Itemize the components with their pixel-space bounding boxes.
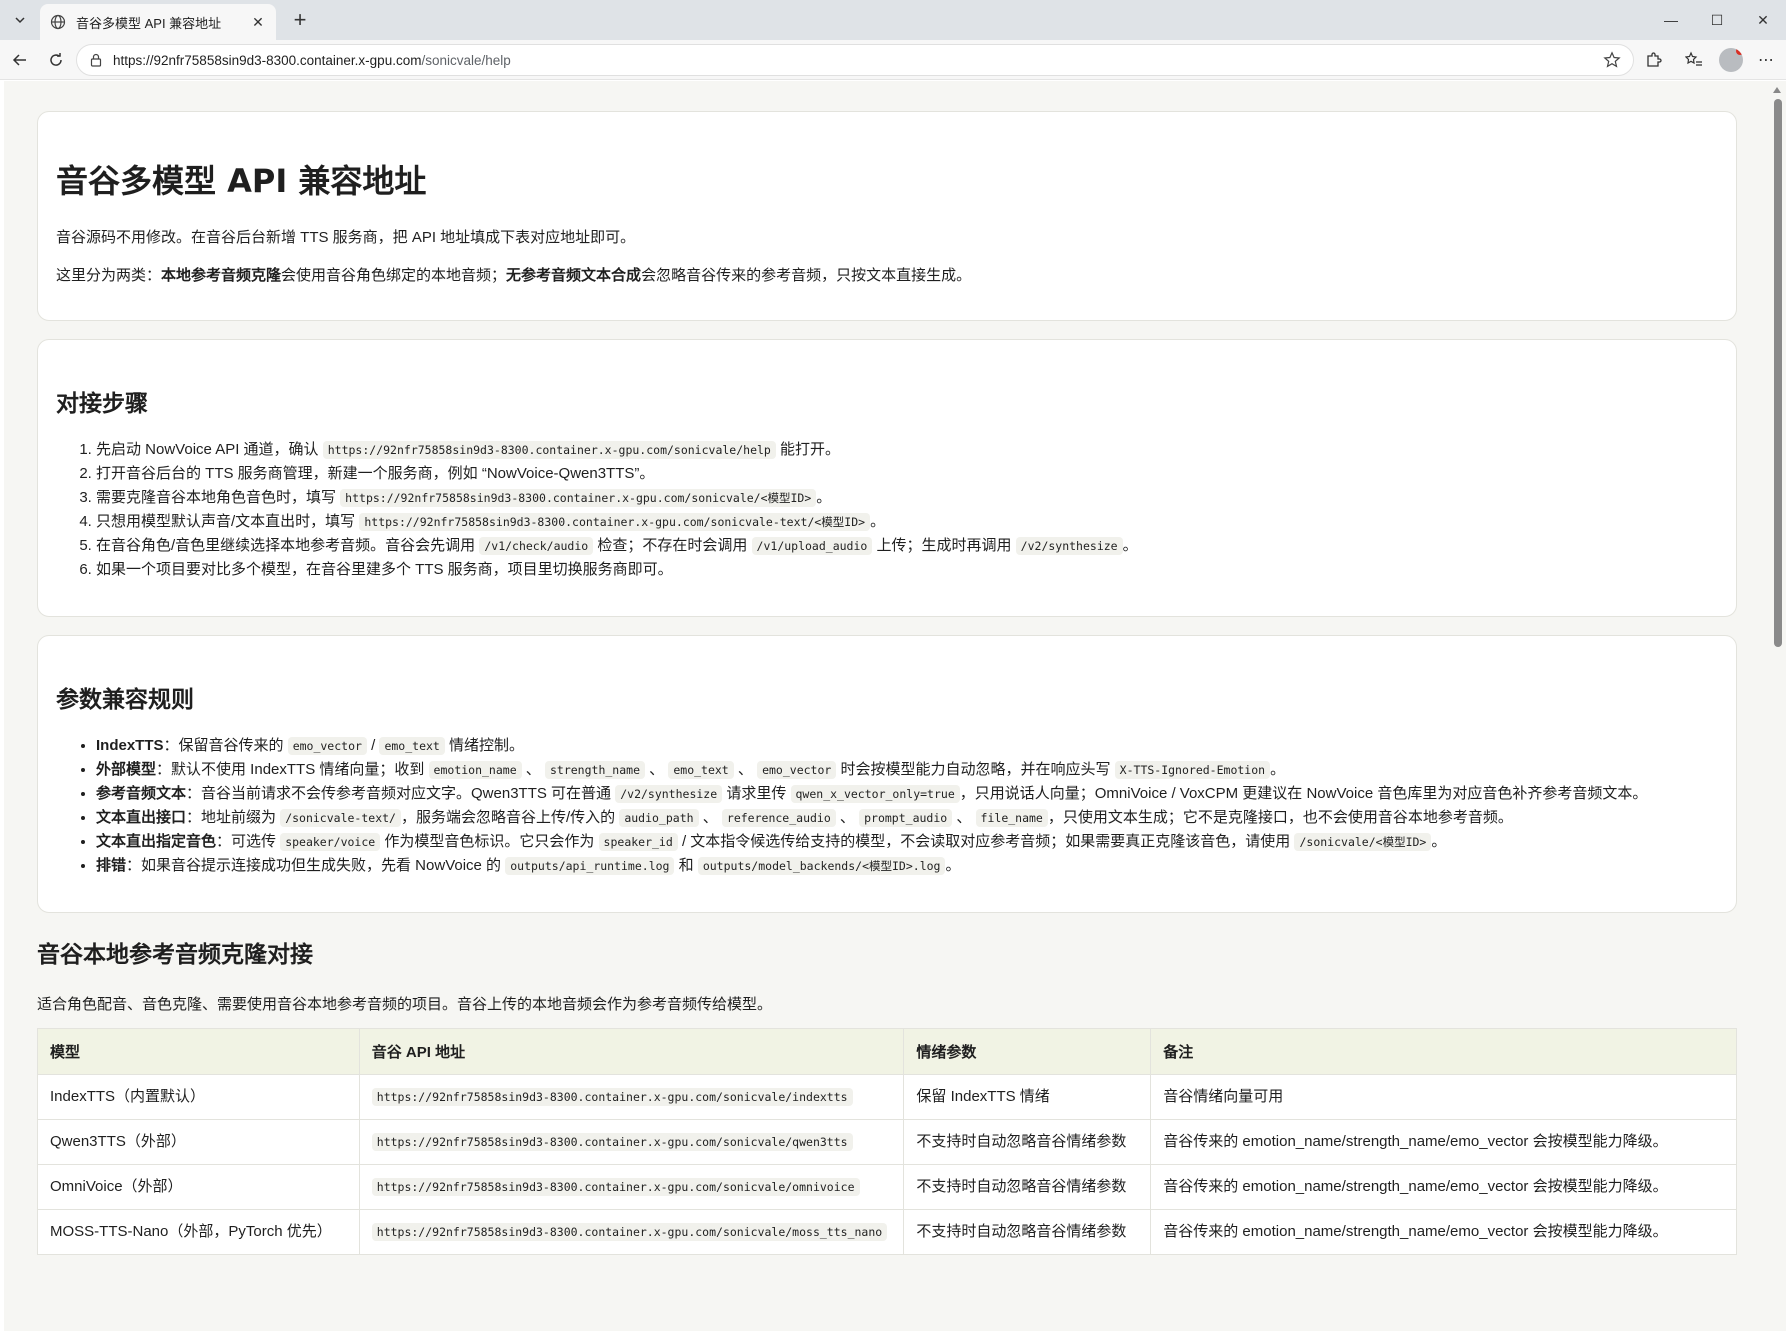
emotion-cell: 保留 IndexTTS 情绪 xyxy=(903,1074,1152,1120)
favorite-star-icon[interactable] xyxy=(1603,51,1621,69)
model-cell: MOSS-TTS-Nano（外部，PyTorch 优先） xyxy=(37,1209,360,1255)
step-item: 需要克隆音谷本地角色音色时，填写 https://92nfr75858sin9d… xyxy=(96,486,1718,510)
extensions-puzzle-icon[interactable] xyxy=(1644,50,1664,70)
minimize-window-icon[interactable]: — xyxy=(1648,0,1694,40)
page-content: 音谷多模型 API 兼容地址 音谷源码不用修改。在音谷后台新增 TTS 服务商，… xyxy=(37,111,1737,1255)
rules-list: IndexTTS：保留音谷传来的 emo_vector / emo_text 情… xyxy=(56,734,1718,878)
column-header: 情绪参数 xyxy=(903,1028,1152,1075)
rule-item: IndexTTS：保留音谷传来的 emo_vector / emo_text 情… xyxy=(96,734,1718,758)
step-item: 在音谷角色/音色里继续选择本地参考音频。音谷会先调用 /v1/check/aud… xyxy=(96,534,1718,558)
page-title: 音谷多模型 API 兼容地址 xyxy=(56,162,427,200)
tab-title: 音谷多模型 API 兼容地址 xyxy=(76,15,222,31)
step-item: 只想用模型默认声音/文本直出时，填写 https://92nfr75858sin… xyxy=(96,510,1718,534)
steps-list: 先启动 NowVoice API 通道，确认 https://92nfr7585… xyxy=(56,438,1718,582)
local-clone-desc: 适合角色配音、音色克隆、需要使用音谷本地参考音频的项目。音谷上传的本地音频会作为… xyxy=(37,996,773,1013)
scroll-up-arrow-icon[interactable] xyxy=(1773,87,1781,93)
steps-card: 对接步骤 先启动 NowVoice API 通道，确认 https://92nf… xyxy=(37,339,1737,617)
browser-tab-active[interactable]: 音谷多模型 API 兼容地址 ✕ xyxy=(40,4,276,40)
table-row: MOSS-TTS-Nano（外部，PyTorch 优先） https://92n… xyxy=(37,1209,1737,1255)
steps-title: 对接步骤 xyxy=(56,391,148,417)
step-item: 先启动 NowVoice API 通道，确认 https://92nfr7585… xyxy=(96,438,1718,462)
column-header: 音谷 API 地址 xyxy=(358,1028,905,1075)
local-clone-title: 音谷本地参考音频克隆对接 xyxy=(37,942,313,968)
note-cell: 音谷传来的 emotion_name/strength_name/emo_vec… xyxy=(1150,1164,1737,1210)
address-bar[interactable]: https://92nfr75858sin9d3-8300.container.… xyxy=(76,44,1634,76)
table-header-row: 模型 音谷 API 地址 情绪参数 备注 xyxy=(37,1028,1737,1075)
vertical-scrollbar[interactable] xyxy=(1768,81,1786,1331)
model-cell: OmniVoice（外部） xyxy=(37,1164,360,1210)
split-paragraph: 这里分为两类：本地参考音频克隆会使用音谷角色绑定的本地音频；无参考音频文本合成会… xyxy=(56,267,972,284)
intro-paragraph: 音谷源码不用修改。在音谷后台新增 TTS 服务商，把 API 地址填成下表对应地… xyxy=(56,229,636,246)
browser-toolbar: https://92nfr75858sin9d3-8300.container.… xyxy=(0,40,1786,80)
new-tab-plus-icon[interactable]: + xyxy=(288,7,312,32)
note-cell: 音谷情绪向量可用 xyxy=(1150,1074,1737,1120)
close-window-icon[interactable]: ✕ xyxy=(1740,0,1786,40)
table-row: IndexTTS（内置默认） https://92nfr75858sin9d3-… xyxy=(37,1074,1737,1120)
intro-card: 音谷多模型 API 兼容地址 音谷源码不用修改。在音谷后台新增 TTS 服务商，… xyxy=(37,111,1737,321)
reload-icon[interactable] xyxy=(44,48,68,72)
url-cell: https://92nfr75858sin9d3-8300.container.… xyxy=(358,1209,905,1255)
url-text[interactable]: https://92nfr75858sin9d3-8300.container.… xyxy=(113,53,1603,68)
url-cell: https://92nfr75858sin9d3-8300.container.… xyxy=(358,1074,905,1120)
more-menu-icon[interactable]: ⋯ xyxy=(1756,50,1776,70)
model-cell: IndexTTS（内置默认） xyxy=(37,1074,360,1120)
table-row: Qwen3TTS（外部） https://92nfr75858sin9d3-83… xyxy=(37,1119,1737,1165)
emotion-cell: 不支持时自动忽略音谷情绪参数 xyxy=(903,1209,1152,1255)
step-item: 打开音谷后台的 TTS 服务商管理，新建一个服务商，例如 “NowVoice-Q… xyxy=(96,462,1718,486)
globe-icon xyxy=(50,14,66,30)
model-cell: Qwen3TTS（外部） xyxy=(37,1119,360,1165)
profile-avatar[interactable] xyxy=(1719,48,1743,72)
step-item: 如果一个项目要对比多个模型，在音谷里建多个 TTS 服务商，项目里切换服务商即可… xyxy=(96,558,1718,582)
column-header: 模型 xyxy=(37,1028,360,1075)
site-info-lock-icon[interactable] xyxy=(89,53,103,67)
url-cell: https://92nfr75858sin9d3-8300.container.… xyxy=(358,1119,905,1165)
close-tab-icon[interactable]: ✕ xyxy=(250,14,266,30)
rule-item: 文本直出指定音色：可选传 speaker/voice 作为模型音色标识。它只会作… xyxy=(96,830,1718,854)
note-cell: 音谷传来的 emotion_name/strength_name/emo_vec… xyxy=(1150,1119,1737,1165)
rule-item: 参考音频文本：音谷当前请求不会传参考音频对应文字。Qwen3TTS 可在普通 /… xyxy=(96,782,1718,806)
local-clone-table: 模型 音谷 API 地址 情绪参数 备注 IndexTTS（内置默认） http… xyxy=(37,1028,1737,1255)
rule-item: 文本直出接口：地址前缀为 /sonicvale-text/，服务端会忽略音谷上传… xyxy=(96,806,1718,830)
url-cell: https://92nfr75858sin9d3-8300.container.… xyxy=(358,1164,905,1210)
favorites-list-icon[interactable] xyxy=(1684,50,1704,70)
browser-tab-bar: 音谷多模型 API 兼容地址 ✕ + — ☐ ✕ xyxy=(0,0,1786,40)
emotion-cell: 不支持时自动忽略音谷情绪参数 xyxy=(903,1164,1152,1210)
column-header: 备注 xyxy=(1150,1028,1737,1075)
rules-title: 参数兼容规则 xyxy=(56,687,194,713)
table-row: OmniVoice（外部） https://92nfr75858sin9d3-8… xyxy=(37,1164,1737,1210)
note-cell: 音谷传来的 emotion_name/strength_name/emo_vec… xyxy=(1150,1209,1737,1255)
rule-item: 外部模型：默认不使用 IndexTTS 情绪向量；收到 emotion_name… xyxy=(96,758,1718,782)
scrollbar-thumb[interactable] xyxy=(1774,99,1782,647)
page-viewport: 音谷多模型 API 兼容地址 音谷源码不用修改。在音谷后台新增 TTS 服务商，… xyxy=(4,81,1768,1331)
rule-item: 排错：如果音谷提示连接成功但生成失败，先看 NowVoice 的 outputs… xyxy=(96,854,1718,878)
emotion-cell: 不支持时自动忽略音谷情绪参数 xyxy=(903,1119,1152,1165)
rules-card: 参数兼容规则 IndexTTS：保留音谷传来的 emo_vector / emo… xyxy=(37,635,1737,913)
maximize-window-icon[interactable]: ☐ xyxy=(1694,0,1740,40)
tab-list-chevron-icon[interactable] xyxy=(8,8,32,32)
back-arrow-icon[interactable] xyxy=(8,48,32,72)
